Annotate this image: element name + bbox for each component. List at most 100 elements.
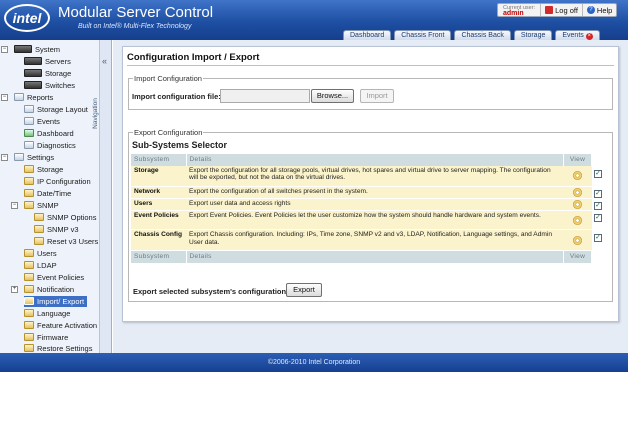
sidebar-item-dashboard[interactable]: Dashboard: [24, 128, 74, 139]
expand-icon[interactable]: +: [11, 286, 18, 293]
import-file-input[interactable]: [220, 89, 310, 103]
sidebar-item-events[interactable]: Events: [24, 116, 60, 127]
sidebar-item-label: Import/ Export: [37, 297, 85, 306]
sidebar: − System Servers Storage Switches − Report…: [0, 40, 100, 353]
col-details: Details: [186, 250, 564, 263]
sidebar-item-language[interactable]: Language: [24, 308, 70, 319]
current-user-name: admin: [503, 10, 524, 17]
import-configuration-group: Import Configuration Import configuratio…: [128, 74, 613, 110]
sidebar-item-firmware[interactable]: Firmware: [24, 332, 68, 343]
storage-icon: [24, 69, 42, 77]
view-gear-icon[interactable]: [573, 200, 582, 209]
folder-icon: [24, 344, 34, 352]
sidebar-item-settings-storage[interactable]: Storage: [24, 164, 63, 175]
diagnostics-icon: [24, 141, 34, 149]
sidebar-item-label: Feature Activation: [37, 321, 98, 330]
sidebar-item-label: Restore Settings: [37, 344, 93, 353]
navigation-label: Navigation: [91, 98, 99, 129]
view-cell: [563, 198, 592, 211]
view-gear-icon[interactable]: [573, 235, 582, 245]
intel-logo: intel: [4, 4, 50, 32]
folder-icon: [24, 273, 34, 281]
close-icon[interactable]: ×: [585, 33, 593, 40]
sidebar-item-diagnostics[interactable]: Diagnostics: [24, 140, 76, 151]
view-cell: [563, 229, 592, 251]
sidebar-item-label: Date/Time: [37, 189, 72, 198]
chassis-config-checkbox[interactable]: ✓: [594, 234, 602, 242]
row-name: Users: [131, 198, 186, 211]
subsystems-selector-title: Sub-Systems Selector: [132, 140, 228, 150]
collapse-icon[interactable]: −: [1, 94, 8, 101]
col-subsystem: Subsystem: [131, 154, 187, 166]
folder-icon: [34, 225, 44, 233]
sidebar-item-snmp-v3[interactable]: SNMP v3: [34, 224, 79, 235]
sidebar-item-snmp[interactable]: − SNMP: [11, 200, 59, 211]
users-checkbox[interactable]: ✓: [594, 202, 602, 210]
view-cell: [563, 165, 592, 187]
storage-checkbox[interactable]: ✓: [594, 170, 602, 178]
collapse-arrow-icon[interactable]: «: [102, 56, 107, 66]
sidebar-item-feature-activation[interactable]: Feature Activation: [24, 320, 97, 331]
view-cell: [563, 186, 592, 199]
row-details: Export the configuration of all switches…: [186, 186, 564, 199]
sidebar-item-label: Reset v3 Users: [47, 237, 99, 246]
collapse-icon[interactable]: −: [1, 154, 8, 161]
navigation-toggle-strip[interactable]: « Navigation: [92, 40, 112, 353]
view-cell: [563, 210, 592, 230]
app-title: Modular Server Control: [58, 4, 214, 21]
collapse-icon[interactable]: −: [11, 202, 18, 209]
help-button[interactable]: ? Help: [583, 4, 616, 16]
title-divider: [127, 65, 614, 66]
logoff-icon: [545, 6, 554, 14]
view-gear-icon[interactable]: [573, 171, 582, 181]
folder-icon: [34, 237, 44, 245]
sidebar-item-snmp-options[interactable]: SNMP Options: [34, 212, 96, 223]
sidebar-item-storage[interactable]: Storage: [24, 68, 71, 79]
folder-icon: [24, 201, 34, 209]
sidebar-item-label: Storage: [37, 165, 64, 174]
sidebar-item-switches[interactable]: Switches: [24, 80, 75, 91]
sidebar-item-servers[interactable]: Servers: [24, 56, 71, 67]
folder-icon: [24, 249, 34, 257]
export-button[interactable]: Export: [286, 283, 322, 297]
sidebar-item-users[interactable]: Users: [24, 248, 57, 259]
main-content: Configuration Import / Export Import Con…: [113, 40, 628, 353]
sidebar-item-import-export[interactable]: Import/ Export: [24, 296, 88, 307]
sidebar-item-reports[interactable]: − Reports: [1, 92, 53, 103]
sidebar-item-reset-v3-users[interactable]: Reset v3 Users: [34, 236, 98, 247]
network-checkbox[interactable]: ✓: [594, 190, 602, 198]
event-policies-checkbox[interactable]: ✓: [594, 214, 602, 222]
sidebar-item-ip-configuration[interactable]: IP Configuration: [24, 176, 91, 187]
folder-icon: [24, 309, 34, 317]
sidebar-item-label: SNMP v3: [47, 225, 79, 234]
tab-label: Chassis Front: [401, 32, 445, 39]
folder-icon: [24, 177, 34, 185]
view-gear-icon[interactable]: [573, 215, 582, 225]
view-gear-icon[interactable]: [573, 188, 582, 197]
page-title: Configuration Import / Export: [127, 52, 260, 63]
sidebar-item-label: Storage Layout: [37, 105, 88, 114]
folder-icon: [24, 333, 34, 341]
footer: ©2006-2010 Intel Corporation: [0, 353, 628, 372]
sidebar-item-notification[interactable]: + Notification: [11, 284, 74, 295]
logoff-button[interactable]: Log off: [541, 4, 583, 16]
server-icon: [24, 57, 42, 65]
sidebar-item-settings[interactable]: − Settings: [1, 152, 54, 163]
sidebar-item-date-time[interactable]: Date/Time: [24, 188, 71, 199]
browse-button[interactable]: Browse...: [311, 89, 354, 103]
sidebar-item-restore-settings[interactable]: Restore Settings: [24, 344, 92, 353]
sidebar-item-label: SNMP: [37, 201, 59, 210]
sidebar-item-storage-layout[interactable]: Storage Layout: [24, 104, 88, 115]
sidebar-item-ldap[interactable]: LDAP: [24, 260, 57, 271]
row-details: Export user data and access rights: [186, 198, 564, 211]
tab-label: Events: [562, 32, 584, 39]
sidebar-item-event-policies[interactable]: Event Policies: [24, 272, 84, 283]
sidebar-item-system[interactable]: − System: [1, 44, 60, 55]
tab-label: Storage: [520, 32, 546, 39]
layout-icon: [24, 105, 34, 113]
import-file-label: Import configuration file:: [132, 92, 221, 101]
sidebar-item-label: Language: [37, 309, 71, 318]
collapse-icon[interactable]: −: [1, 46, 8, 53]
import-button[interactable]: Import: [360, 89, 394, 103]
dashboard-icon: [24, 129, 34, 137]
